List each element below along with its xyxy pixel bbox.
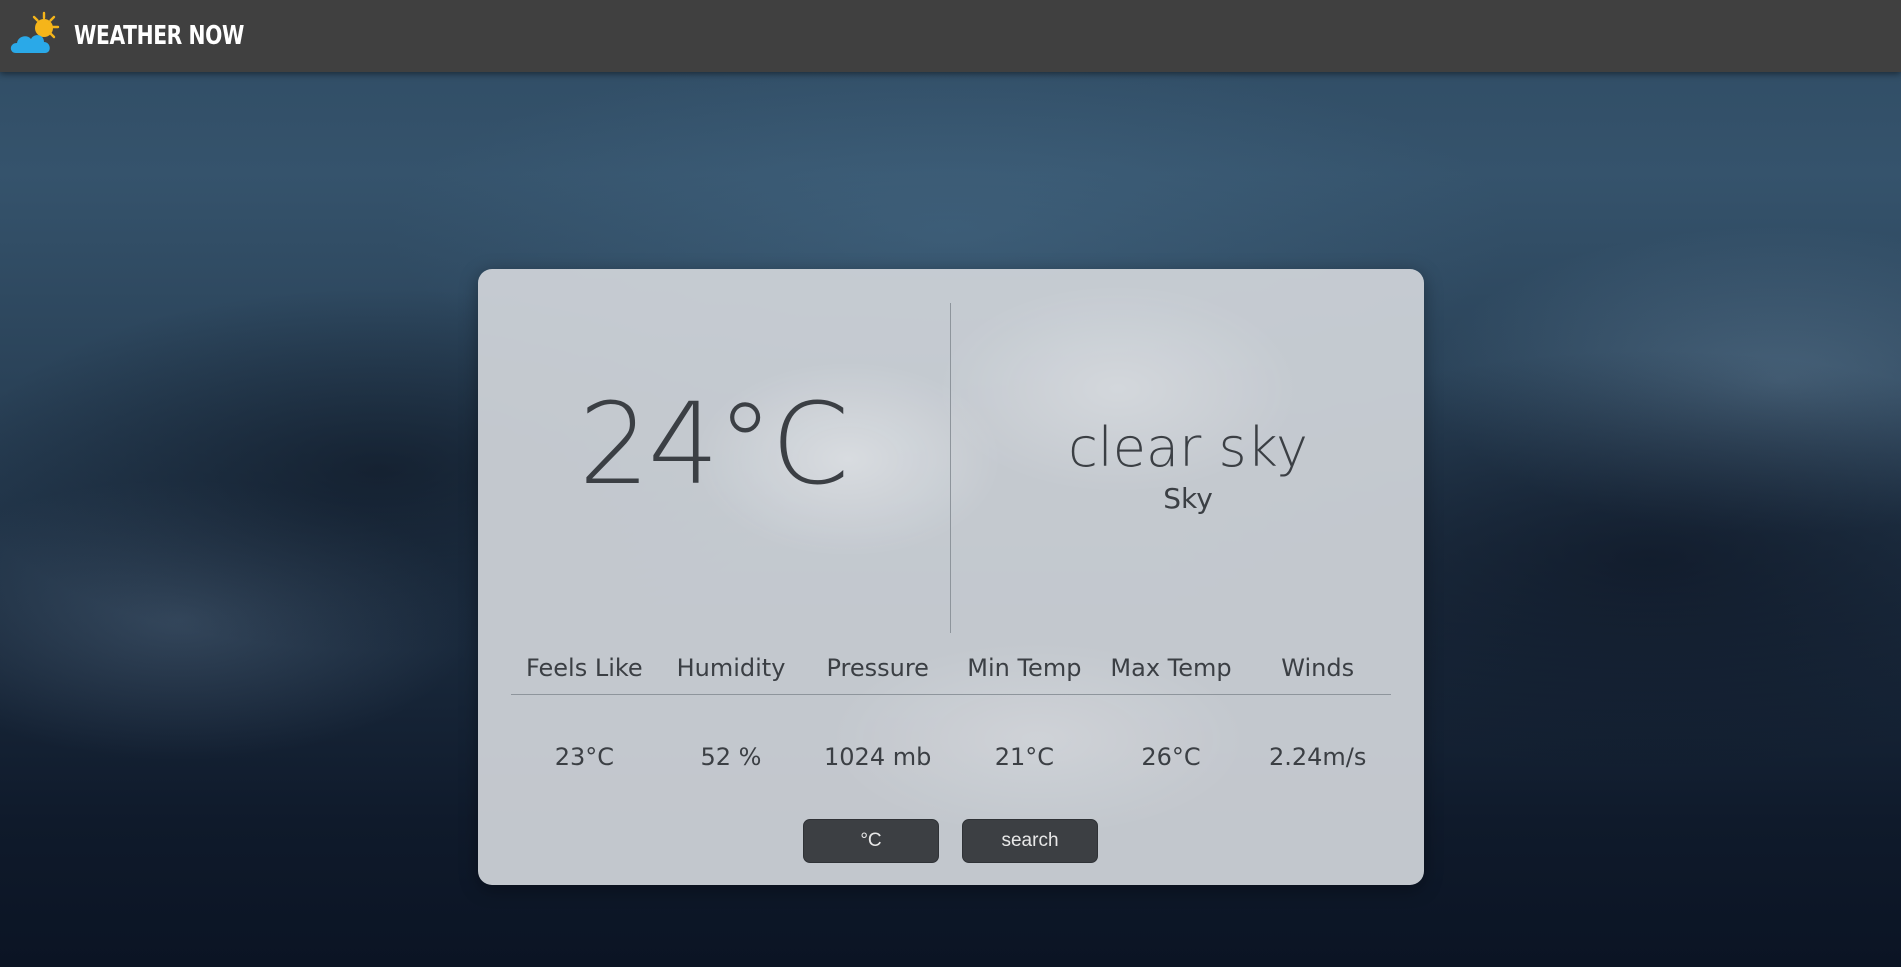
- stat-header-min-temp: Min Temp: [967, 654, 1082, 682]
- stat-header-pressure: Pressure: [826, 654, 929, 682]
- stat-value-winds: 2.24m/s: [1268, 743, 1367, 771]
- search-button[interactable]: search: [962, 819, 1098, 863]
- stats-value-row: 23°C 52 % 1024 mb 21°C 26°C 2.24m/s: [511, 743, 1391, 783]
- stats-header-row: Feels Like Humidity Pressure Min Temp Ma…: [511, 654, 1391, 694]
- stat-value-min-temp: 21°C: [994, 743, 1054, 771]
- stat-header-humidity: Humidity: [676, 654, 786, 682]
- stat-header-max-temp: Max Temp: [1110, 654, 1232, 682]
- navbar: WEATHER NOW: [0, 0, 1901, 72]
- stat-header-winds: Winds: [1281, 654, 1355, 682]
- stat-value-max-temp: 26°C: [1141, 743, 1201, 771]
- weather-main: Sky: [1163, 482, 1213, 515]
- stat-value-humidity: 52 %: [700, 743, 762, 771]
- stat-value-feels-like: 23°C: [554, 743, 614, 771]
- weather-card: 24°C clear sky Sky Feels Like Humidity P…: [478, 269, 1424, 885]
- stat-header-feels-like: Feels Like: [526, 654, 643, 682]
- vertical-divider: [950, 303, 951, 633]
- app-title: WEATHER NOW: [74, 21, 244, 51]
- stat-value-pressure: 1024 mb: [824, 743, 932, 771]
- sun-behind-cloud-icon: [6, 7, 64, 65]
- weather-description: clear sky: [1068, 416, 1308, 479]
- horizontal-divider: [511, 694, 1391, 695]
- unit-toggle-button[interactable]: °C: [803, 819, 939, 863]
- current-temperature: 24°C: [578, 380, 850, 510]
